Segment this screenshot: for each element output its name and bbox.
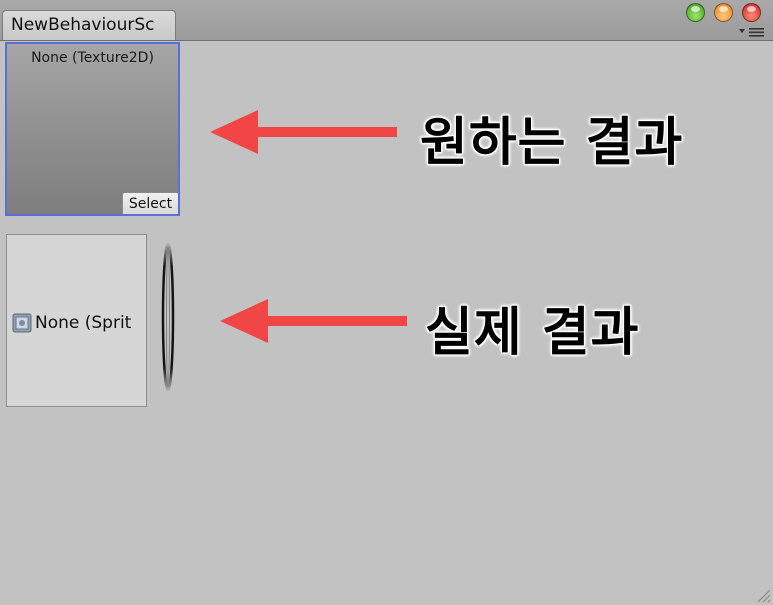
texture-field-label: None (Texture2D) xyxy=(31,50,154,66)
arrow-desired xyxy=(210,110,397,154)
title-bar: NewBehaviourSc xyxy=(0,0,773,41)
sprite-icon xyxy=(12,313,32,333)
close-button[interactable] xyxy=(742,3,761,22)
annotation-actual-result: 실제 결과 xyxy=(425,303,640,363)
minimize-button[interactable] xyxy=(714,3,733,22)
menu-icon[interactable] xyxy=(738,26,766,38)
arrow-actual xyxy=(220,299,407,343)
sprite-object-field[interactable]: None (Sprit xyxy=(6,234,147,407)
clipped-field-edge xyxy=(161,242,175,392)
tab-new-behaviour-script[interactable]: NewBehaviourSc xyxy=(2,10,176,40)
annotation-desired-result: 원하는 결과 xyxy=(420,113,684,173)
texture2d-object-field[interactable]: None (Texture2D) Select xyxy=(5,42,180,216)
select-button[interactable]: Select xyxy=(122,192,178,214)
sprite-field-label: None (Sprit xyxy=(35,313,132,333)
maximize-button[interactable] xyxy=(686,3,705,22)
editor-window: NewBehaviourSc None (Texture2D) Select N… xyxy=(0,0,773,605)
resize-grip-icon[interactable] xyxy=(753,585,771,603)
